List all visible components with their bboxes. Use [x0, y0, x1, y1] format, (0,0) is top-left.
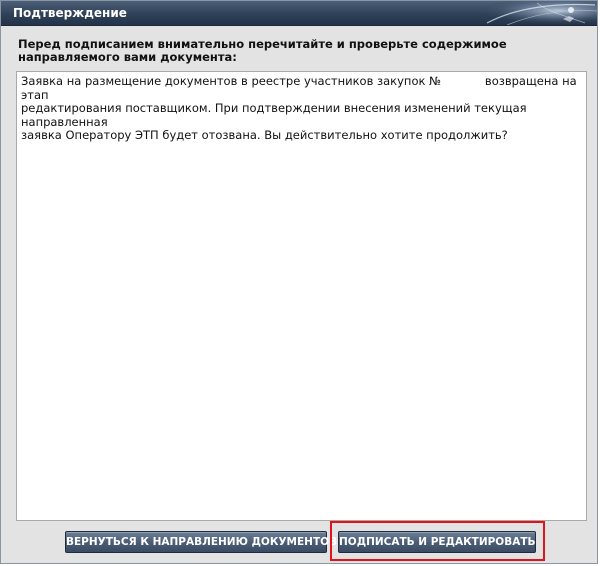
- globe-decoration-icon: [467, 1, 597, 25]
- confirmation-dialog: Подтверждение Перед подписанием внимател…: [0, 0, 598, 564]
- instruction-text: Перед подписанием внимательно перечитайт…: [18, 37, 507, 64]
- dialog-title: Подтверждение: [13, 6, 127, 20]
- document-text: Заявка на размещение документов в реестр…: [21, 74, 577, 142]
- dialog-titlebar: Подтверждение: [1, 1, 597, 26]
- highlight-frame: [330, 521, 545, 561]
- document-content-box[interactable]: Заявка на размещение документов в реестр…: [16, 71, 587, 521]
- back-to-documents-button[interactable]: ВЕРНУТЬСЯ К НАПРАВЛЕНИЮ ДОКУМЕНТОВ: [65, 531, 337, 553]
